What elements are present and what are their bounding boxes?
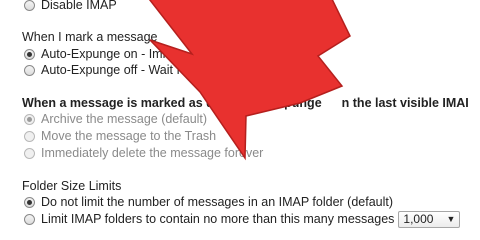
limit-folders-option[interactable]: Limit IMAP folders to contain no more th… (24, 210, 461, 228)
disable-imap-radio[interactable] (24, 0, 35, 11)
expunge-heading: When I mark a message (22, 30, 158, 44)
message-limit-value: 1,000 (403, 212, 434, 226)
auto-expunge-on-label: Auto-Expunge on - Imme (41, 47, 180, 61)
archive-message-radio[interactable] (24, 113, 35, 125)
auto-expunge-off-option[interactable]: Auto-Expunge off - Wait for (24, 62, 191, 78)
deleted-heading-right: d expunge (259, 96, 322, 110)
no-limit-radio[interactable] (24, 196, 35, 208)
deleted-heading-end: n the last visible IMAI (341, 96, 469, 110)
disable-imap-label: Disable IMAP (41, 0, 117, 12)
deleted-heading-left: When a message is marked as dele (22, 96, 232, 110)
no-limit-option[interactable]: Do not limit the number of messages in a… (24, 194, 393, 210)
folder-size-heading: Folder Size Limits (22, 179, 122, 193)
auto-expunge-off-label: Auto-Expunge off - Wait for (41, 63, 192, 77)
auto-expunge-on-radio[interactable] (24, 48, 35, 60)
archive-message-option[interactable]: Archive the message (default) (24, 111, 207, 127)
limit-folders-label: Limit IMAP folders to contain no more th… (41, 212, 395, 226)
auto-expunge-on-suffix: (default) (263, 47, 310, 61)
no-limit-label: Do not limit the number of messages in a… (41, 195, 394, 209)
move-to-trash-radio[interactable] (24, 130, 35, 142)
archive-message-label: Archive the message (default) (41, 112, 208, 126)
auto-expunge-off-radio[interactable] (24, 64, 35, 76)
delete-forever-label: Immediately delete the message forever (41, 146, 264, 160)
delete-forever-radio[interactable] (24, 147, 35, 159)
message-limit-select[interactable]: 1,000 ▼ (398, 210, 461, 228)
move-to-trash-option[interactable]: Move the message to the Trash (24, 128, 216, 144)
delete-forever-option[interactable]: Immediately delete the message forever (24, 145, 263, 161)
disable-imap-option[interactable]: Disable IMAP (24, 0, 117, 13)
auto-expunge-on-option[interactable]: Auto-Expunge on - Imme (default) (24, 46, 310, 62)
limit-folders-radio[interactable] (24, 213, 35, 225)
deleted-heading: When a message is marked as dele d expun… (22, 95, 469, 111)
chevron-down-icon: ▼ (446, 214, 456, 224)
move-to-trash-label: Move the message to the Trash (41, 129, 217, 143)
